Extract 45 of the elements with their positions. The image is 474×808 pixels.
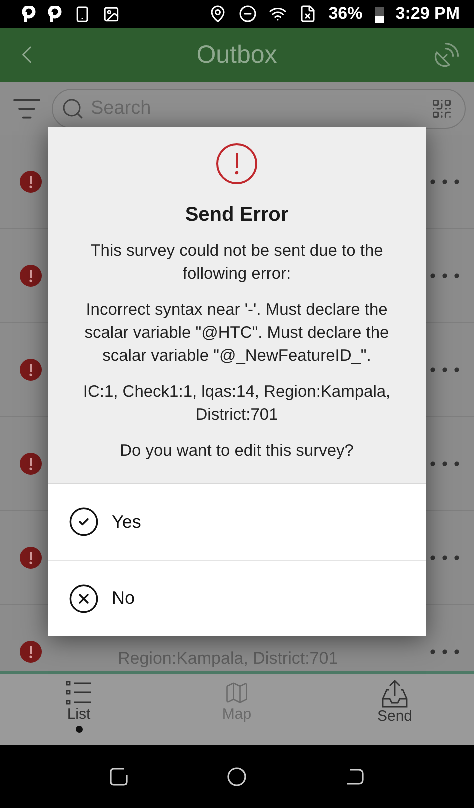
phone-alert-icon [74, 6, 91, 22]
search-icon [61, 96, 85, 120]
error-icon [20, 264, 42, 286]
battery-icon [374, 6, 384, 22]
close-icon [68, 582, 100, 614]
clock: 3:29 PM [396, 4, 460, 24]
alert-icon [216, 143, 258, 185]
recent-apps-icon[interactable] [109, 766, 129, 786]
more-icon[interactable] [430, 272, 460, 278]
error-icon [20, 358, 42, 380]
more-icon[interactable] [430, 648, 460, 654]
dialog-message: Do you want to edit this survey? [120, 441, 354, 462]
error-icon [20, 452, 42, 474]
back-nav-icon[interactable] [345, 766, 365, 786]
map-icon [224, 680, 250, 706]
qr-code-icon[interactable] [431, 98, 453, 120]
error-icon [20, 170, 42, 192]
app-notification-icon [48, 6, 62, 22]
more-icon[interactable] [430, 554, 460, 560]
dialog-option[interactable]: No [48, 560, 426, 636]
app-notification-icon [22, 6, 36, 22]
more-icon[interactable] [430, 178, 460, 184]
dialog-message: IC:1, Check1:1, lqas:14, Region:Kampala, District:701 [82, 382, 392, 426]
outbox-tray-icon [381, 680, 409, 708]
more-icon[interactable] [430, 366, 460, 372]
dialog-option[interactable]: Yes [48, 484, 426, 560]
satellite-icon[interactable] [432, 40, 462, 70]
list-icon [66, 680, 92, 706]
do-not-disturb-icon [238, 5, 257, 23]
no-sim-icon [298, 5, 317, 23]
nav-tab[interactable]: Send [355, 680, 435, 735]
dialog-title: Send Error [185, 204, 289, 227]
error-icon [20, 640, 42, 662]
location-icon [208, 5, 227, 23]
home-icon[interactable] [227, 766, 247, 786]
dialog-message: This survey could not be sent due to the following error: [90, 241, 384, 285]
image-icon [103, 6, 120, 22]
nav-tab[interactable]: List [39, 680, 119, 733]
check-icon [68, 506, 100, 538]
screen-title: Outbox [196, 40, 278, 70]
dialog-message: Incorrect syntax near '-'. Must declare the scalar variable "@HTC". Must declare the scalar variable "@_NewFeatureID_". [84, 300, 390, 367]
battery-percent: 36% [328, 4, 363, 24]
wifi-icon [268, 5, 287, 23]
more-icon[interactable] [430, 460, 460, 466]
error-icon [20, 546, 42, 568]
